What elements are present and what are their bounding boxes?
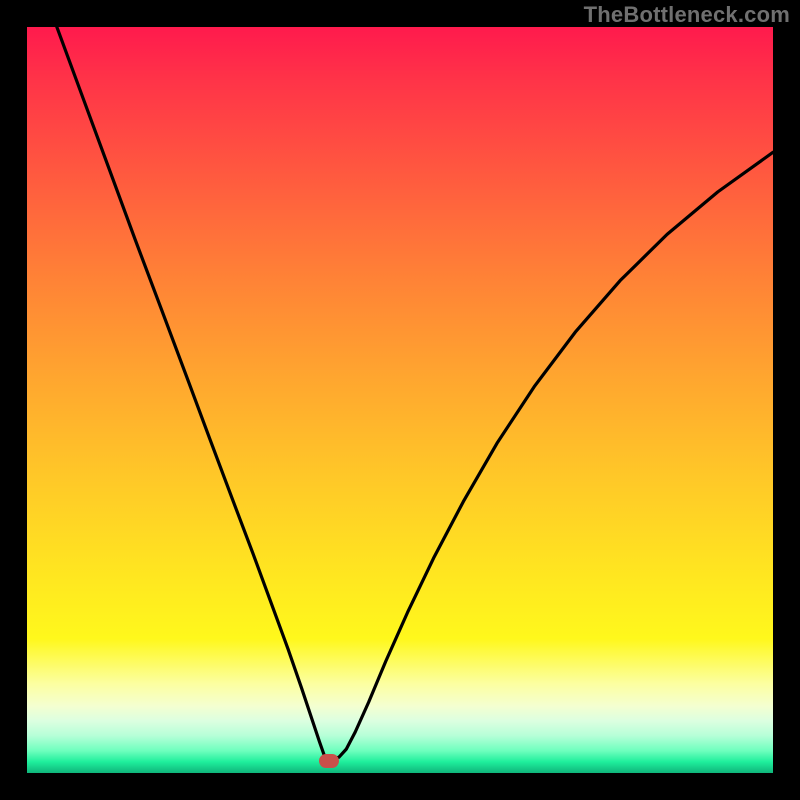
curve-svg bbox=[27, 27, 773, 773]
watermark-text: TheBottleneck.com bbox=[584, 2, 790, 28]
chart-frame: TheBottleneck.com bbox=[0, 0, 800, 800]
optimal-point-marker bbox=[319, 754, 339, 768]
plot-area bbox=[27, 27, 773, 773]
bottleneck-curve bbox=[57, 27, 773, 759]
